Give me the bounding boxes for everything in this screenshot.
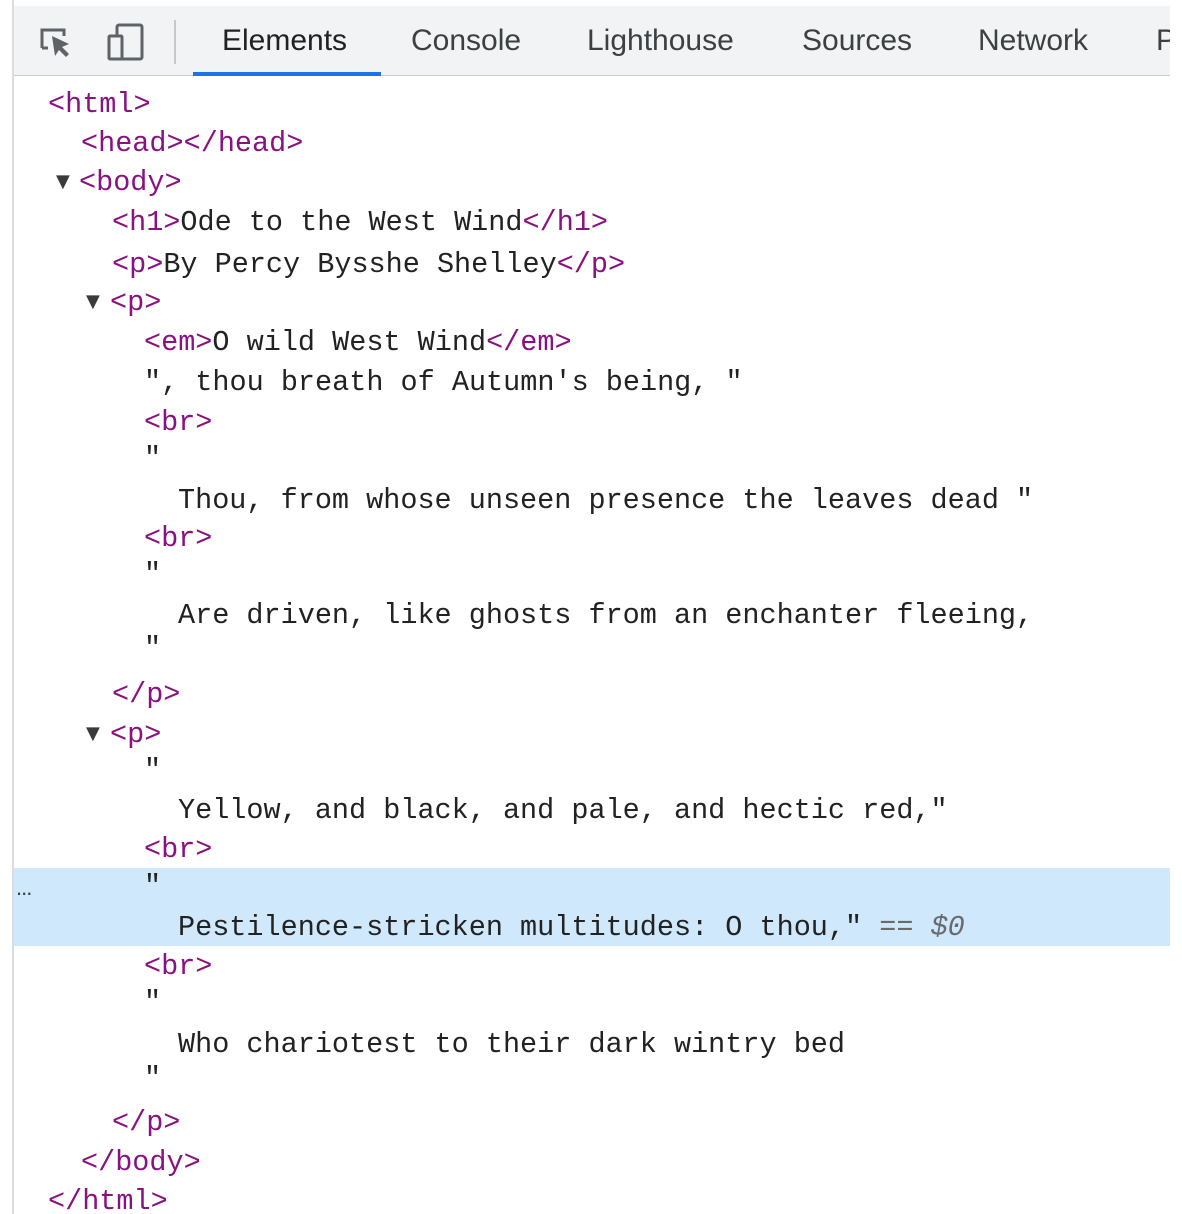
dom-node-html[interactable]: <html> bbox=[48, 87, 1182, 123]
text-content: Yellow, and black, and pale, and hectic … bbox=[178, 794, 948, 827]
tag: <br> bbox=[144, 833, 213, 866]
text-content: Who chariotest to their dark wintry bed bbox=[178, 1028, 846, 1061]
expand-triangle-icon[interactable]: ▼ bbox=[86, 716, 100, 752]
quote-mark: " bbox=[144, 986, 162, 1019]
dom-text-node[interactable]: ", thou breath of Autumn's being, " bbox=[144, 365, 1182, 401]
tag: </p> bbox=[556, 248, 626, 281]
dom-text-quote: " bbox=[144, 753, 1182, 789]
dom-node-h1[interactable]: <h1>Ode to the West Wind</h1> bbox=[112, 205, 1182, 241]
quote-mark: " bbox=[144, 632, 162, 665]
tab-sources[interactable]: Sources bbox=[802, 23, 912, 59]
quote-mark: " bbox=[144, 754, 162, 787]
dom-node-br[interactable]: <br> bbox=[144, 521, 1182, 557]
text-content: Thou, from whose unseen presence the lea… bbox=[178, 484, 1034, 517]
dom-text-node[interactable]: Yellow, and black, and pale, and hectic … bbox=[178, 793, 1182, 829]
tag: </html> bbox=[48, 1185, 168, 1214]
dom-text-node[interactable]: Who chariotest to their dark wintry bed bbox=[178, 1027, 1182, 1063]
tag: </p> bbox=[112, 678, 181, 711]
tag: <em> bbox=[144, 326, 213, 359]
selected-variable: $0 bbox=[930, 911, 965, 944]
tag: <p> bbox=[110, 286, 162, 319]
dom-text-quote: " bbox=[144, 631, 1182, 667]
selected-marker: == bbox=[879, 911, 914, 944]
quote-mark: " bbox=[144, 442, 162, 475]
dom-node-br[interactable]: <br> bbox=[144, 832, 1182, 868]
dom-node-p[interactable]: <p> bbox=[110, 717, 1182, 753]
node-actions-ellipsis[interactable]: ... bbox=[16, 874, 32, 902]
dom-text-node[interactable]: Are driven, like ghosts from an enchante… bbox=[178, 598, 1182, 634]
tab-lighthouse[interactable]: Lighthouse bbox=[587, 23, 734, 59]
dom-text-quote: " bbox=[144, 441, 1182, 477]
tag: <head></head> bbox=[81, 127, 304, 160]
dom-text-quote: " bbox=[144, 869, 1182, 905]
tag: </body> bbox=[81, 1146, 201, 1179]
dom-text-node[interactable]: Thou, from whose unseen presence the lea… bbox=[178, 483, 1182, 519]
tag: <br> bbox=[144, 406, 213, 439]
toolbar-separator bbox=[174, 20, 176, 64]
dom-node-p[interactable]: <p> bbox=[110, 285, 1182, 321]
dom-text-quote: " bbox=[144, 1061, 1182, 1097]
tag: <body> bbox=[79, 166, 182, 199]
dom-tree: ... <html> <head></head> ▼ <body> <h1>Od… bbox=[14, 78, 1170, 1214]
tab-console[interactable]: Console bbox=[411, 23, 521, 59]
expand-triangle-icon[interactable]: ▼ bbox=[86, 284, 100, 320]
active-tab-indicator bbox=[193, 72, 381, 76]
dom-node-p-close[interactable]: </p> bbox=[112, 1105, 1182, 1141]
device-toolbar-icon[interactable] bbox=[106, 22, 146, 62]
dom-node-body[interactable]: <body> bbox=[79, 165, 1182, 201]
dom-text-quote: " bbox=[144, 557, 1182, 593]
dom-node-p[interactable]: <p>By Percy Bysshe Shelley</p> bbox=[112, 247, 1182, 283]
text-content: Are driven, like ghosts from an enchante… bbox=[178, 599, 1034, 632]
tag: <h1> bbox=[112, 206, 181, 239]
devtools-toolbar: Elements Console Lighthouse Sources Netw… bbox=[14, 6, 1176, 76]
dom-node-br[interactable]: <br> bbox=[144, 405, 1182, 441]
quote-mark: " bbox=[144, 558, 162, 591]
text-content: ", thou breath of Autumn's being, " bbox=[144, 366, 743, 399]
dom-text-node-selected[interactable]: Pestilence-stricken multitudes: O thou,"… bbox=[178, 910, 1182, 946]
dom-node-br[interactable]: <br> bbox=[144, 949, 1182, 985]
tag: <br> bbox=[144, 950, 213, 983]
tag: </p> bbox=[112, 1106, 181, 1139]
tab-network[interactable]: Network bbox=[978, 23, 1088, 59]
quote-mark: " bbox=[144, 1062, 162, 1095]
text-content: By Percy Bysshe Shelley bbox=[163, 248, 557, 281]
dom-node-body-close[interactable]: </body> bbox=[81, 1145, 1182, 1181]
dom-node-html-close[interactable]: </html> bbox=[48, 1184, 1182, 1214]
tag: <html> bbox=[48, 88, 151, 121]
tab-elements[interactable]: Elements bbox=[222, 23, 347, 59]
expand-triangle-icon[interactable]: ▼ bbox=[56, 164, 70, 200]
panel-right-edge bbox=[1170, 0, 1182, 1214]
tag: <p> bbox=[112, 248, 164, 281]
tag: </em> bbox=[486, 326, 572, 359]
text-content: Pestilence-stricken multitudes: O thou," bbox=[178, 911, 863, 944]
text-content: O wild West Wind bbox=[212, 326, 487, 359]
text-content: Ode to the West Wind bbox=[180, 206, 523, 239]
dom-text-quote: " bbox=[144, 985, 1182, 1021]
tag: <br> bbox=[144, 522, 213, 555]
devtools-window: Elements Console Lighthouse Sources Netw… bbox=[0, 0, 1182, 1214]
dom-node-em[interactable]: <em>O wild West Wind</em> bbox=[144, 325, 1182, 361]
dom-node-head[interactable]: <head></head> bbox=[81, 126, 1182, 162]
tag: <p> bbox=[110, 718, 162, 751]
inspect-element-icon[interactable] bbox=[36, 22, 76, 62]
quote-mark: " bbox=[144, 870, 162, 903]
tag: </h1> bbox=[522, 206, 608, 239]
dom-node-p-close[interactable]: </p> bbox=[112, 677, 1182, 713]
